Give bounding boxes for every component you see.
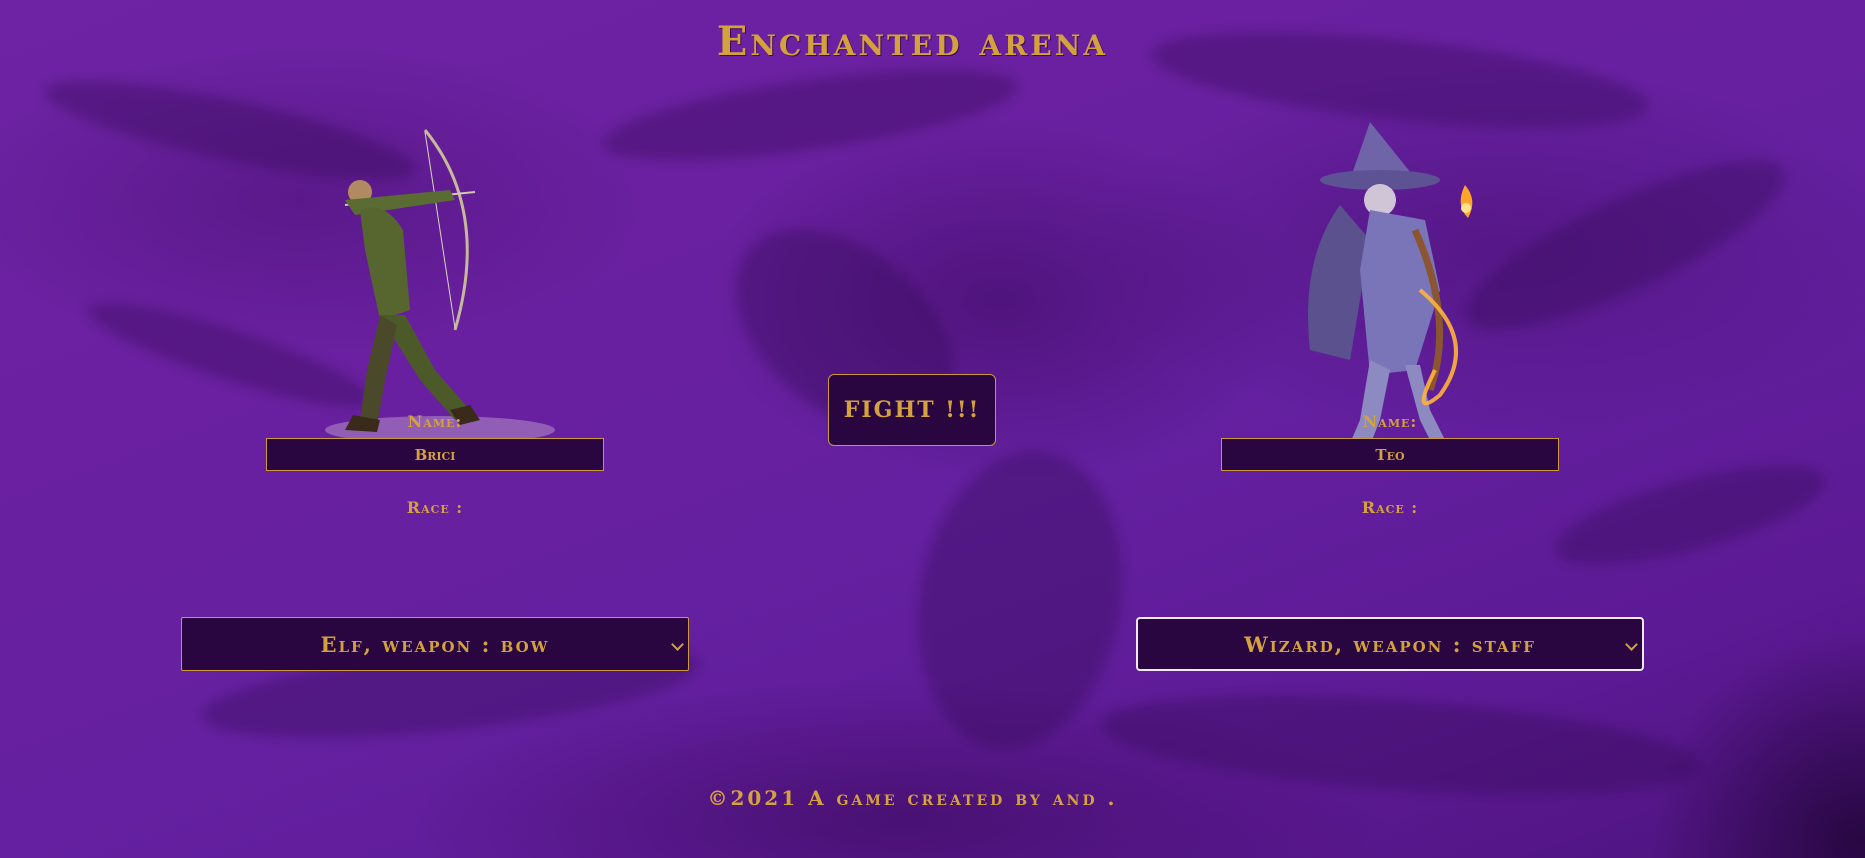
player-one-panel: Name: Race : Elf, weapon : bow (155, 120, 715, 680)
wizard-portrait (1308, 122, 1473, 460)
chevron-down-icon (671, 638, 684, 651)
footer-credit: ©2021 A game created by and . (707, 786, 1118, 810)
race-label: Race : (1361, 498, 1419, 517)
player-two-race-select[interactable]: Wizard, weapon : staff (1136, 617, 1644, 671)
race-select-value: Elf, weapon : bow (320, 631, 550, 657)
player-one-name-input[interactable] (266, 438, 604, 471)
race-select-value: Wizard, weapon : staff (1244, 631, 1536, 657)
chevron-down-icon (1625, 638, 1638, 651)
elf-archer-portrait (325, 129, 555, 444)
name-label: Name: (407, 412, 463, 431)
player-two-panel: Name: Race : Wizard, weapon : staff (1110, 120, 1670, 680)
player-one-race-select[interactable]: Elf, weapon : bow (181, 617, 689, 671)
race-label: Race : (406, 498, 464, 517)
player-two-name-input[interactable] (1221, 438, 1559, 471)
fight-button[interactable]: FIGHT !!! (828, 374, 996, 446)
name-label: Name: (1362, 412, 1418, 431)
page-title: Enchanted arena (716, 18, 1109, 65)
